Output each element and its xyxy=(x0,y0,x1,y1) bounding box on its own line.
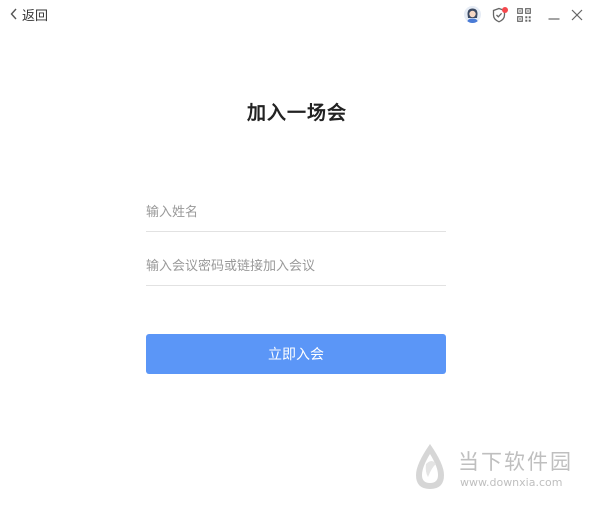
meeting-code-field xyxy=(146,247,446,286)
name-input[interactable] xyxy=(146,193,446,231)
title-bar: 返回 xyxy=(0,0,594,30)
join-meeting-window: 返回 加入一场会 输入姓名 输入会议密码或链接加入会议 立即入会 当下软件园 w… xyxy=(0,0,594,512)
name-field xyxy=(146,193,446,232)
close-icon[interactable] xyxy=(568,6,586,24)
shield-notification-icon[interactable] xyxy=(490,6,508,24)
page-title: 加入一场会 xyxy=(246,102,347,124)
notification-dot xyxy=(502,7,508,13)
chevron-left-icon xyxy=(10,8,17,20)
watermark-logo-icon xyxy=(416,444,444,489)
back-label: 返回 xyxy=(22,8,49,24)
qr-code-icon[interactable] xyxy=(515,6,533,24)
join-now-button[interactable]: 立即入会 xyxy=(146,334,446,374)
watermark: 当下软件园 www.downxia.com xyxy=(406,442,586,498)
meeting-code-input[interactable] xyxy=(146,247,446,285)
avatar-icon[interactable] xyxy=(464,6,481,23)
back-button[interactable]: 返回 xyxy=(10,4,48,24)
watermark-name: 当下软件园 xyxy=(458,450,573,474)
watermark-url: www.downxia.com xyxy=(460,476,563,489)
minimize-icon[interactable] xyxy=(545,6,563,24)
